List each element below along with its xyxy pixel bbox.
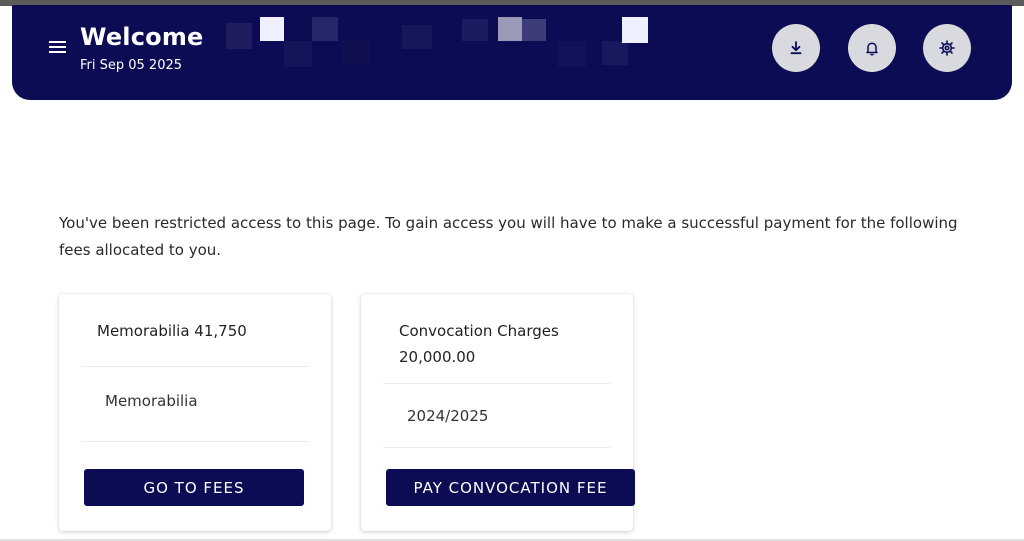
fee-title: Memorabilia 41,750 <box>97 322 247 340</box>
fee-subtitle: Memorabilia <box>105 392 198 410</box>
download-button[interactable] <box>772 24 820 72</box>
fee-card-memorabilia: Memorabilia 41,750 Memorabilia GO TO FEE… <box>59 294 331 531</box>
gear-icon <box>939 40 955 56</box>
download-icon <box>790 41 802 55</box>
pay-convocation-fee-button[interactable]: PAY CONVOCATION FEE <box>386 469 635 506</box>
fee-card-convocation: Convocation Charges 20,000.00 2024/2025 … <box>361 294 635 531</box>
app-header: Welcome Fri Sep 05 2025 <box>12 5 1012 100</box>
header-date: Fri Sep 05 2025 <box>80 58 183 73</box>
welcome-title: Welcome <box>80 23 204 51</box>
card-divider <box>383 383 611 384</box>
fee-title: Convocation Charges 20,000.00 <box>399 322 559 366</box>
go-to-fees-button[interactable]: GO TO FEES <box>84 469 304 506</box>
card-divider <box>81 441 309 442</box>
card-divider <box>81 366 309 367</box>
redacted-user-name <box>212 15 672 69</box>
card-divider <box>383 447 611 448</box>
settings-button[interactable] <box>923 24 971 72</box>
restriction-notice: You've been restricted access to this pa… <box>59 214 958 259</box>
bell-icon <box>866 42 878 56</box>
menu-icon[interactable] <box>49 41 66 54</box>
notifications-button[interactable] <box>848 24 896 72</box>
fee-session: 2024/2025 <box>407 407 489 425</box>
